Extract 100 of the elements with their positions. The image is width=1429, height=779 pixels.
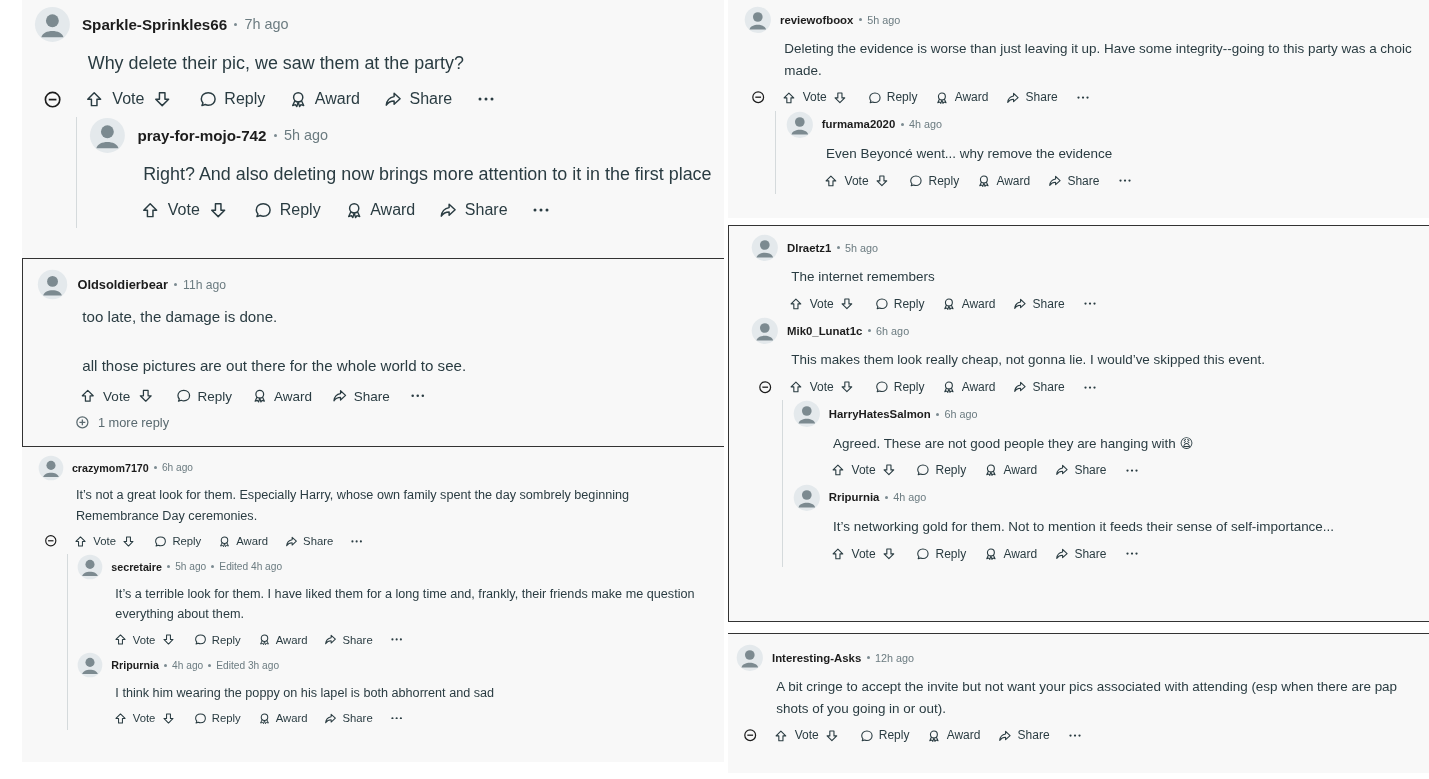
username-link[interactable]: Oldsoldierbear xyxy=(77,277,168,292)
username-link[interactable]: furmama2020 xyxy=(821,118,896,131)
username-link[interactable]: Dlraetz1 xyxy=(787,241,832,254)
more-button[interactable] xyxy=(388,714,405,722)
reply-button[interactable]: Reply xyxy=(916,546,967,561)
vote-label: Vote xyxy=(809,297,834,311)
award-button[interactable]: Award xyxy=(984,463,1038,478)
reply-button[interactable]: Reply xyxy=(874,297,925,311)
more-button[interactable] xyxy=(349,537,365,545)
share-button[interactable]: Share xyxy=(439,201,508,220)
share-button[interactable]: Share xyxy=(1006,90,1058,105)
reply-button[interactable]: Reply xyxy=(859,728,910,743)
more-button[interactable] xyxy=(1066,731,1084,740)
award-button[interactable]: Award xyxy=(984,546,1038,561)
timestamp: 6h ago xyxy=(161,462,193,474)
timestamp: 12h ago xyxy=(875,651,915,664)
ribbon-icon xyxy=(935,90,950,105)
collapse-button[interactable] xyxy=(42,89,62,109)
collapse-button[interactable] xyxy=(44,534,58,548)
username-link[interactable]: crazymom7170 xyxy=(71,462,149,474)
vote-label: Vote xyxy=(851,463,876,478)
comment-text: The internet remembers xyxy=(791,268,936,287)
more-button[interactable] xyxy=(1123,549,1140,558)
share-icon xyxy=(324,633,338,647)
share-button[interactable]: Share xyxy=(1055,463,1107,478)
arrow-up-icon xyxy=(782,90,797,105)
award-button[interactable]: Award xyxy=(218,534,269,548)
award-button[interactable]: Award xyxy=(935,90,989,105)
speech-bubble-icon xyxy=(867,90,882,105)
share-icon xyxy=(1048,173,1062,188)
more-icon xyxy=(411,394,425,398)
more-icon xyxy=(1125,468,1138,472)
avatar-icon[interactable] xyxy=(38,455,64,481)
share-button[interactable]: Share xyxy=(383,90,453,109)
reply-button[interactable]: Reply xyxy=(193,633,241,647)
comment-text: Why delete their pic, we saw them at the party? xyxy=(87,52,465,76)
collapse-icon xyxy=(750,90,765,105)
comment-text: I think him wearing the poppy on his lapel is both abhorrent and sad xyxy=(115,684,496,702)
avatar-icon[interactable] xyxy=(792,483,821,512)
more-button[interactable] xyxy=(1116,176,1133,185)
award-button[interactable]: Award xyxy=(289,90,360,109)
timestamp: 5h ago xyxy=(867,13,901,26)
avatar-icon[interactable] xyxy=(751,234,779,262)
share-button[interactable]: Share xyxy=(285,534,334,548)
reply-button[interactable]: Reply xyxy=(916,463,967,478)
avatar-icon[interactable] xyxy=(37,269,69,301)
more-icon xyxy=(1118,179,1131,183)
reply-button[interactable]: Reply xyxy=(193,711,241,725)
share-button[interactable]: Share xyxy=(1013,380,1065,395)
award-button[interactable]: Award xyxy=(257,711,308,725)
timestamp: 5h ago xyxy=(175,561,207,573)
avatar-icon[interactable] xyxy=(751,317,779,345)
username-link[interactable]: Rripurnia xyxy=(111,659,159,672)
award-button[interactable]: Award xyxy=(927,728,981,743)
arrow-up-icon xyxy=(140,201,159,220)
reply-button[interactable]: Reply xyxy=(909,173,960,188)
award-button[interactable]: Award xyxy=(344,201,416,220)
arrow-down-icon xyxy=(137,388,154,404)
speech-bubble-icon xyxy=(874,380,889,395)
collapse-button[interactable] xyxy=(742,728,757,743)
collapse-button[interactable] xyxy=(757,380,772,395)
reply-button[interactable]: Reply xyxy=(198,90,266,109)
username-link[interactable]: HarryHatesSalmon xyxy=(828,408,931,421)
username-link[interactable]: Interesting-Asks xyxy=(772,651,862,664)
username-link[interactable]: Rripurnia xyxy=(828,491,880,504)
share-button[interactable]: Share xyxy=(324,633,373,647)
share-button[interactable]: Share xyxy=(998,728,1050,743)
reply-button[interactable]: Reply xyxy=(254,201,321,220)
more-replies-link[interactable]: 1 more reply xyxy=(75,414,170,430)
arrow-up-icon xyxy=(80,388,96,404)
share-button[interactable]: Share xyxy=(1048,173,1100,188)
avatar-icon[interactable] xyxy=(744,6,772,34)
username-link[interactable]: Mik0_Lunat1c xyxy=(787,325,863,337)
share-button[interactable]: Share xyxy=(1055,546,1107,561)
more-button[interactable] xyxy=(1081,383,1099,392)
award-button[interactable]: Award xyxy=(977,173,1031,188)
reply-button[interactable]: Reply xyxy=(874,380,925,395)
share-button[interactable]: Share xyxy=(1013,297,1065,311)
username-link[interactable]: Sparkle-Sprinkles66 xyxy=(82,15,228,33)
username-link[interactable]: reviewofboox xyxy=(780,13,854,26)
avatar-icon[interactable] xyxy=(34,6,71,43)
award-button[interactable]: Award xyxy=(252,388,312,404)
award-button[interactable]: Award xyxy=(257,633,308,647)
share-button[interactable]: Share xyxy=(332,388,390,404)
avatar-icon[interactable] xyxy=(77,652,104,679)
more-icon xyxy=(390,638,403,642)
share-button[interactable]: Share xyxy=(324,711,373,725)
reply-button[interactable]: Reply xyxy=(176,388,233,404)
reply-button[interactable]: Reply xyxy=(867,90,918,105)
username-link[interactable]: pray-for-mojo-742 xyxy=(137,126,267,144)
award-button[interactable]: Award xyxy=(942,380,996,395)
award-button[interactable]: Award xyxy=(942,297,996,311)
more-button[interactable] xyxy=(1074,93,1092,102)
avatar-icon[interactable] xyxy=(736,644,764,672)
collapse-button[interactable] xyxy=(750,90,765,105)
more-button[interactable] xyxy=(1123,466,1140,475)
username-link[interactable]: secretaire xyxy=(111,560,162,573)
reply-button[interactable]: Reply xyxy=(154,534,202,548)
ribbon-icon xyxy=(257,711,271,725)
more-button[interactable] xyxy=(1081,300,1099,308)
